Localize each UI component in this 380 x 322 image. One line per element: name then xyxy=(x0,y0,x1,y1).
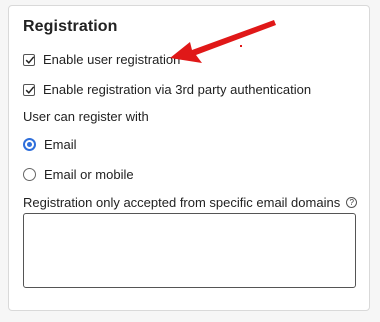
radio-email-or-mobile[interactable] xyxy=(23,168,36,181)
radio-email[interactable] xyxy=(23,138,36,151)
enable-user-registration-row[interactable]: Enable user registration xyxy=(23,52,180,67)
radio-email-row[interactable]: Email xyxy=(23,137,77,152)
question-circle-icon[interactable]: ? xyxy=(346,197,358,208)
radio-email-label: Email xyxy=(44,137,77,152)
enable-third-party-label: Enable registration via 3rd party authen… xyxy=(43,82,312,97)
panel-title: Registration xyxy=(23,18,118,35)
enable-third-party-checkbox[interactable] xyxy=(23,83,35,96)
registration-panel: Registration Enable user registration En… xyxy=(8,5,370,311)
stage: Registration Enable user registration En… xyxy=(0,0,380,322)
domains-label: Registration only accepted from specific… xyxy=(23,195,341,210)
enable-user-registration-label: Enable user registration xyxy=(43,52,181,67)
register-with-label: User can register with xyxy=(23,109,149,124)
annotation-dot xyxy=(240,45,242,47)
radio-email-or-mobile-label: Email or mobile xyxy=(44,167,134,182)
enable-third-party-row[interactable]: Enable registration via 3rd party authen… xyxy=(23,82,311,97)
checkmark-icon xyxy=(25,85,35,94)
register-with-heading: User can register with xyxy=(23,109,149,124)
email-domains-textarea[interactable] xyxy=(23,213,356,288)
domains-heading: Registration only accepted from specific… xyxy=(23,195,358,210)
radio-email-or-mobile-row[interactable]: Email or mobile xyxy=(23,167,134,182)
checkmark-icon xyxy=(25,55,35,64)
enable-user-registration-checkbox[interactable] xyxy=(23,53,35,66)
